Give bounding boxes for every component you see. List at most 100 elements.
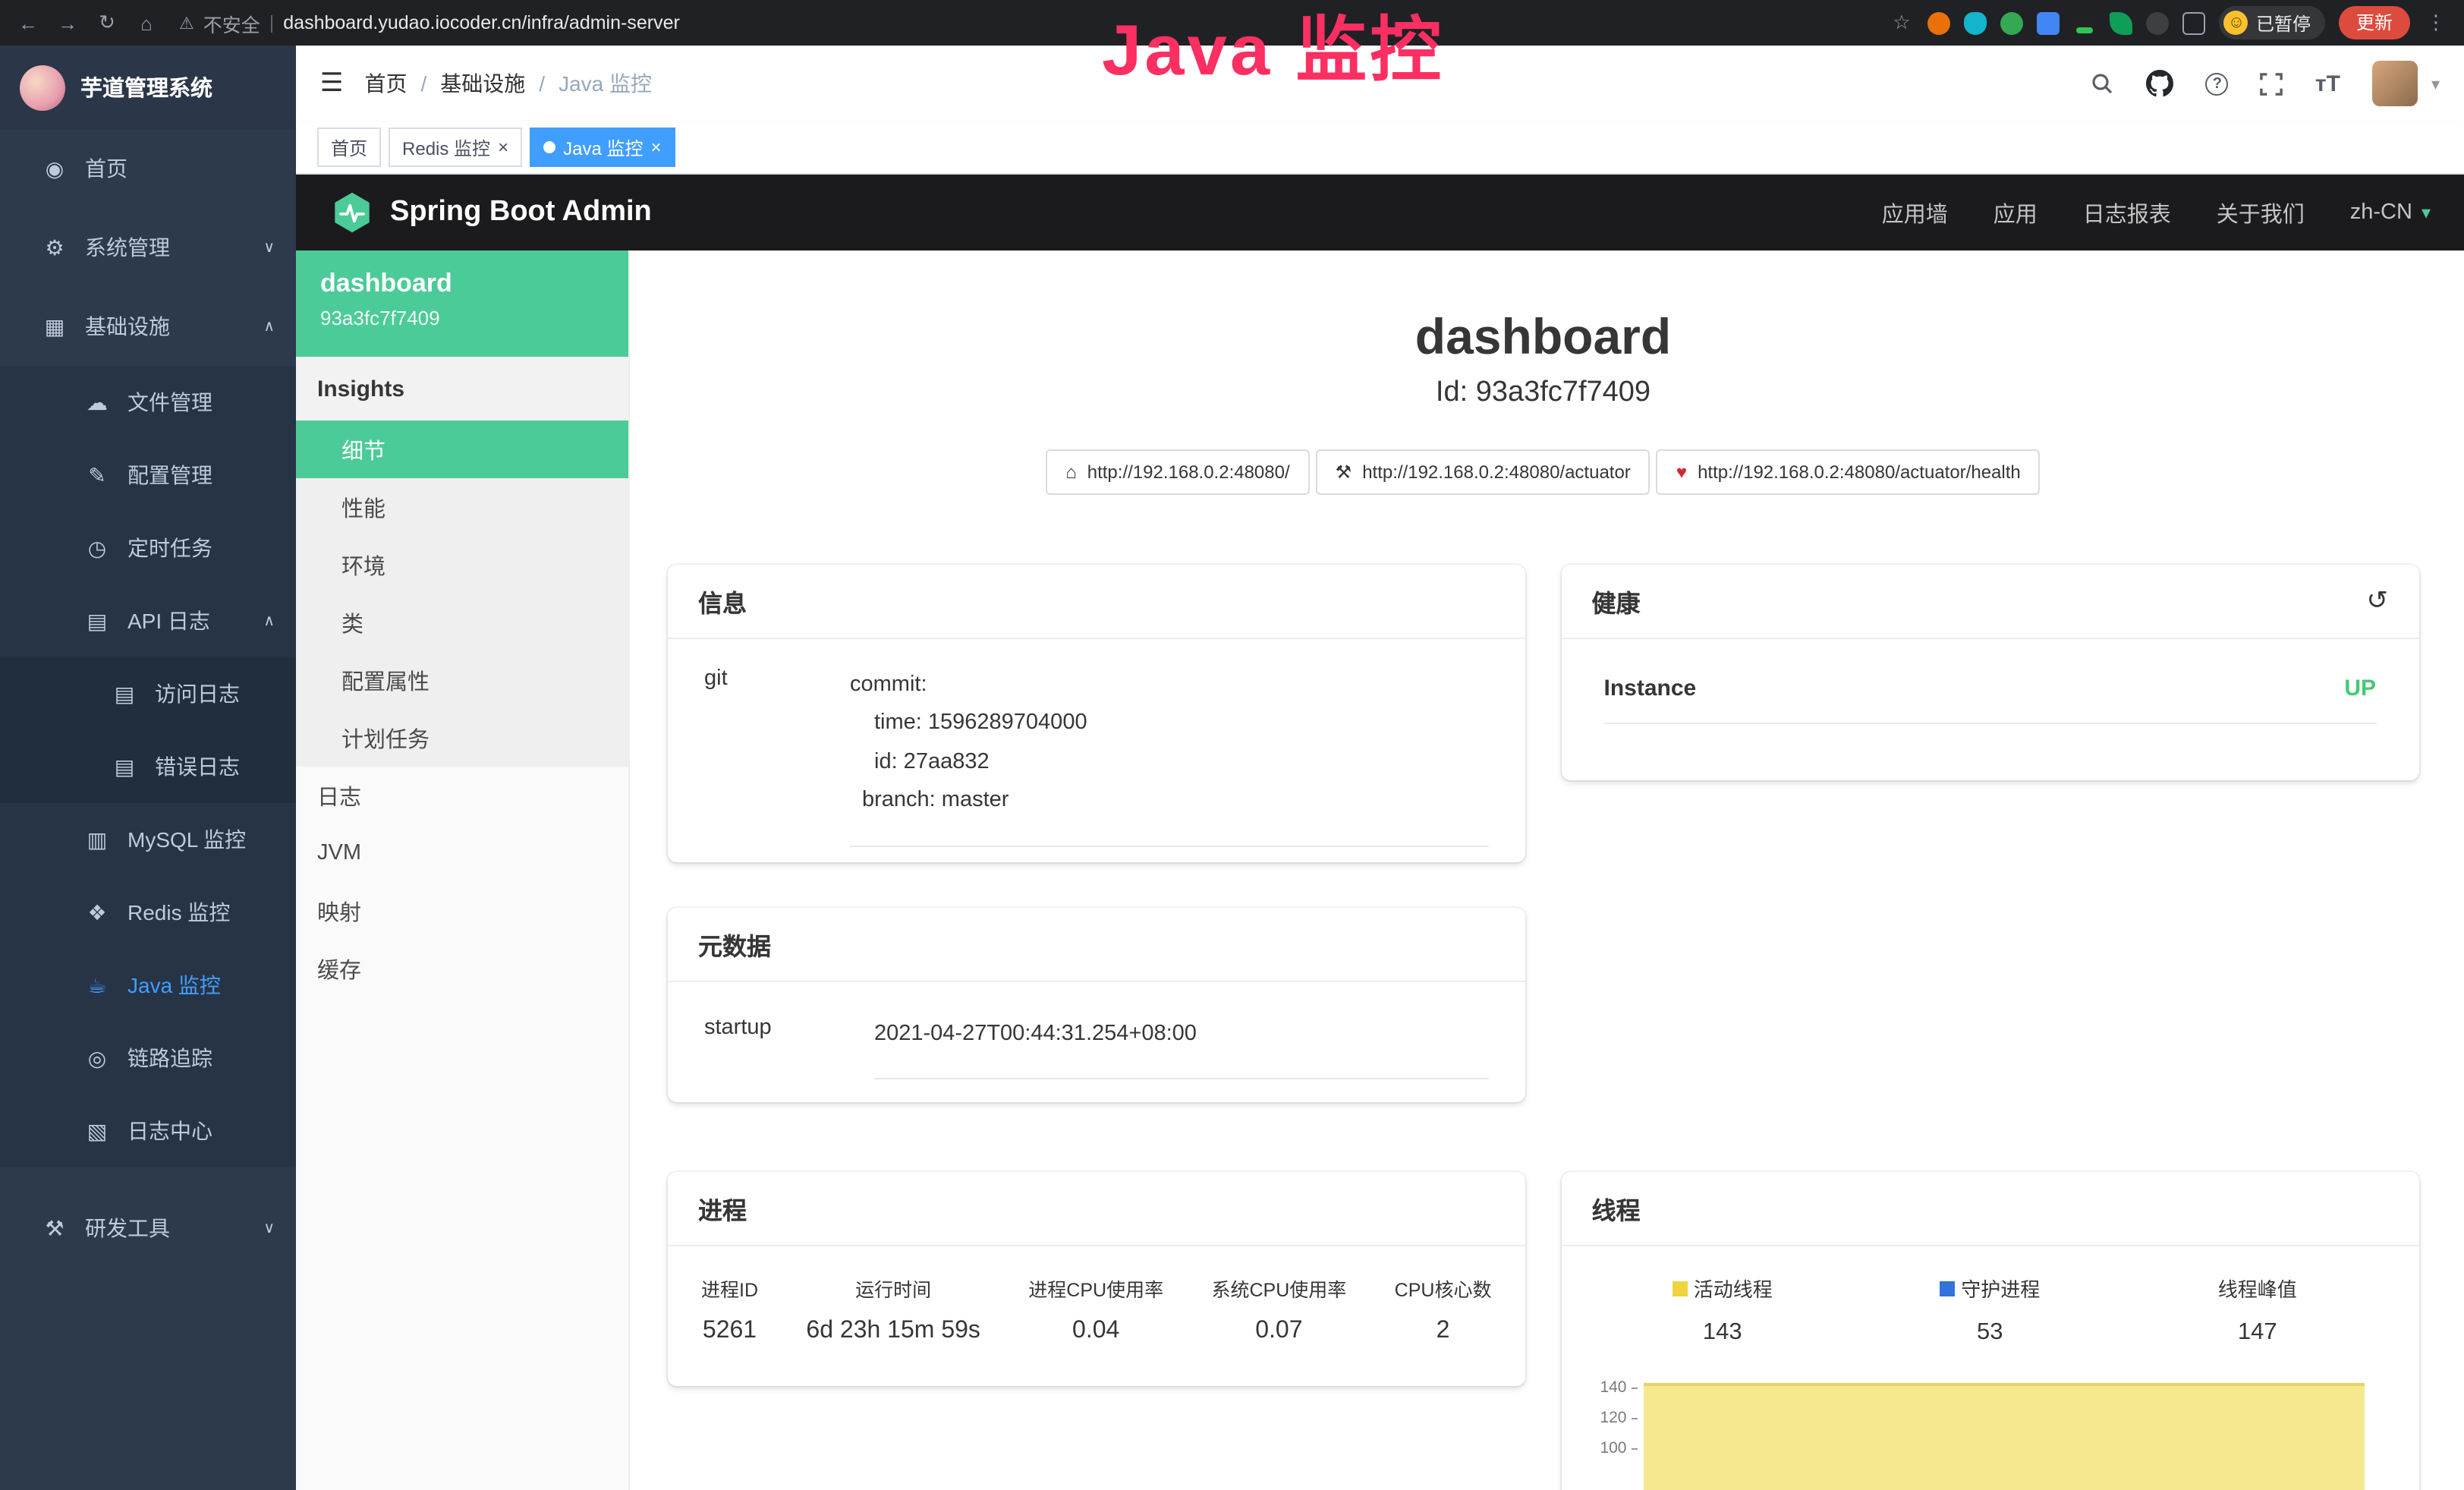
menu-item-classes[interactable]: 类 (296, 594, 628, 651)
extension-green-icon[interactable] (2001, 11, 2024, 34)
tab-home[interactable]: 首页 (317, 128, 381, 167)
instance-header[interactable]: dashboard 93a3fc7f7409 (296, 250, 628, 357)
breadcrumb-separator: / (539, 71, 545, 96)
instance-id: 93a3fc7f7409 (320, 307, 604, 329)
hamburger-icon[interactable]: ☰ (320, 68, 344, 99)
stat-label: 进程ID (701, 1274, 758, 1303)
stat-label: CPU核心数 (1395, 1274, 1492, 1303)
app-logo[interactable]: 芋道管理系统 (0, 46, 296, 129)
sba-brand[interactable]: Spring Boot Admin (329, 190, 652, 235)
sidebar-item-log-center[interactable]: ▧ 日志中心 (0, 1095, 296, 1167)
menu-item-details[interactable]: 细节 (296, 421, 628, 478)
sidebar-item-access-logs[interactable]: ▤ 访问日志 (0, 657, 296, 730)
stat-value: 5261 (701, 1318, 758, 1345)
gear-icon: ⚙ (42, 235, 67, 260)
edit-icon: ✎ (85, 462, 109, 488)
menu-item-environment[interactable]: 环境 (296, 536, 628, 594)
tab-redis-monitor[interactable]: Redis 监控 × (389, 128, 522, 167)
extension-on-badge-icon[interactable] (2074, 11, 2097, 34)
document-icon: ▤ (85, 608, 109, 634)
menu-item-jvm[interactable]: JVM (296, 824, 628, 882)
help-icon[interactable]: ? (2206, 72, 2229, 95)
browser-kebab-menu-icon[interactable]: ⋮ (2423, 11, 2449, 35)
stat-value: 2 (1395, 1318, 1492, 1345)
sidebar-item-label: 日志中心 (127, 1116, 275, 1146)
instance-url-link[interactable]: ⌂ http://192.168.0.2:48080/ (1046, 449, 1309, 495)
app-title: 芋道管理系统 (80, 71, 212, 103)
close-icon[interactable]: × (650, 137, 661, 158)
sidebar-item-dev-tools[interactable]: ⚒ 研发工具 ∨ (0, 1189, 296, 1268)
health-row-label: Instance (1604, 676, 1697, 701)
sidebar-item-java-monitor[interactable]: ☕ Java 监控 (0, 949, 296, 1022)
menu-item-caches[interactable]: 缓存 (296, 940, 628, 997)
extension-teal-drop-icon[interactable] (1965, 11, 1987, 34)
link-url: http://192.168.0.2:48080/actuator/health (1698, 461, 2021, 483)
menu-item-logs[interactable]: 日志 (296, 767, 628, 824)
extension-dark-icon[interactable] (2147, 11, 2170, 34)
sidebar-item-api-logs[interactable]: ▤ API 日志 ∧ (0, 584, 296, 657)
sba-nav-applications[interactable]: 应用 (1994, 197, 2038, 228)
actuator-url-link[interactable]: ⚒ http://192.168.0.2:48080/actuator (1316, 449, 1651, 495)
menu-item-metrics[interactable]: 性能 (296, 478, 628, 536)
sidebar-item-redis-monitor[interactable]: ❖ Redis 监控 (0, 876, 296, 949)
close-icon[interactable]: × (498, 137, 508, 158)
reload-icon[interactable]: ↻ (94, 11, 120, 35)
forward-icon[interactable]: → (55, 11, 80, 34)
font-size-icon[interactable]: тT (2315, 71, 2340, 96)
sidebar-item-mysql-monitor[interactable]: ▥ MySQL 监控 (0, 803, 296, 876)
sba-language-select[interactable]: zh-CN ▾ (2350, 200, 2431, 225)
menu-item-mappings[interactable]: 映射 (296, 882, 628, 940)
sidebar-item-home[interactable]: ◉ 首页 (0, 129, 296, 208)
sidebar-item-infrastructure[interactable]: ▦ 基础设施 ∧ (0, 287, 296, 366)
redis-icon: ❖ (85, 899, 109, 925)
menu-item-scheduled-tasks[interactable]: 计划任务 (296, 709, 628, 767)
breadcrumb-current: Java 监控 (559, 68, 652, 99)
chevron-down-icon: ▾ (2422, 202, 2431, 223)
sidebar-item-label: MySQL 监控 (127, 824, 275, 855)
home-icon: ◉ (42, 156, 67, 181)
sidebar-item-scheduled-tasks[interactable]: ◷ 定时任务 (0, 512, 296, 584)
avatar-caret-icon[interactable]: ▾ (2431, 74, 2440, 93)
sidebar-item-config-management[interactable]: ✎ 配置管理 (0, 439, 296, 512)
breadcrumb-home[interactable]: 首页 (365, 68, 408, 99)
menu-item-config-properties[interactable]: 配置属性 (296, 651, 628, 709)
sidebar-item-label: 配置管理 (127, 460, 275, 490)
extension-leaf-icon[interactable] (2110, 11, 2133, 34)
bookmark-star-icon[interactable]: ☆ (1889, 11, 1915, 35)
sba-nav-about[interactable]: 关于我们 (2217, 197, 2305, 228)
instance-id-subtitle: Id: 93a3fc7f7409 (668, 376, 2418, 410)
sidebar-item-error-logs[interactable]: ▤ 错误日志 (0, 730, 296, 803)
y-tick: 100 (1600, 1439, 1637, 1457)
legend-value: 147 (2124, 1319, 2392, 1347)
github-icon[interactable] (2147, 70, 2174, 97)
metadata-key: startup (704, 1016, 874, 1080)
extension-blue-grid-icon[interactable] (2038, 11, 2060, 34)
sba-nav-journal[interactable]: 日志报表 (2083, 197, 2171, 228)
health-instance-row[interactable]: Instance UP (1604, 676, 2377, 724)
home-icon[interactable]: ⌂ (134, 11, 159, 34)
git-id-line: id: 27aa832 (850, 744, 1489, 783)
fullscreen-icon[interactable] (2261, 72, 2283, 95)
tags-view-bar: 首页 Redis 监控 × Java 监控 × (296, 121, 2464, 175)
sidebar-item-system-management[interactable]: ⚙ 系统管理 ∨ (0, 208, 296, 287)
sidebar-item-label: 定时任务 (127, 533, 275, 563)
info-value: commit: time: 1596289704000 id: 27aa832 … (850, 666, 1489, 846)
sidebar-item-file-management[interactable]: ☁ 文件管理 (0, 366, 296, 439)
sidebar-item-trace[interactable]: ◎ 链路追踪 (0, 1022, 296, 1095)
eye-icon: ◎ (85, 1045, 109, 1071)
extensions-puzzle-icon[interactable] (2183, 11, 2206, 34)
user-avatar[interactable] (2372, 61, 2418, 106)
history-icon[interactable]: ↺ (2367, 586, 2389, 616)
sidebar-item-label: 系统管理 (85, 232, 245, 263)
address-bar[interactable]: ⚠ 不安全 | dashboard.yudao.iocoder.cn/infra… (179, 8, 680, 37)
search-icon[interactable] (2091, 71, 2115, 96)
tab-java-monitor[interactable]: Java 监控 × (530, 128, 675, 167)
profile-paused-badge[interactable]: ☺ 已暂停 (2220, 6, 2326, 39)
extension-orange-icon[interactable] (1928, 11, 1951, 34)
update-button[interactable]: 更新 (2340, 6, 2409, 39)
sba-nav-wallboard[interactable]: 应用墙 (1882, 197, 1948, 228)
back-icon[interactable]: ← (15, 11, 41, 34)
breadcrumb-infrastructure[interactable]: 基础设施 (440, 68, 525, 99)
health-url-link[interactable]: ♥ http://192.168.0.2:48080/actuator/heal… (1657, 449, 2041, 495)
link-url: http://192.168.0.2:48080/actuator (1362, 461, 1631, 483)
